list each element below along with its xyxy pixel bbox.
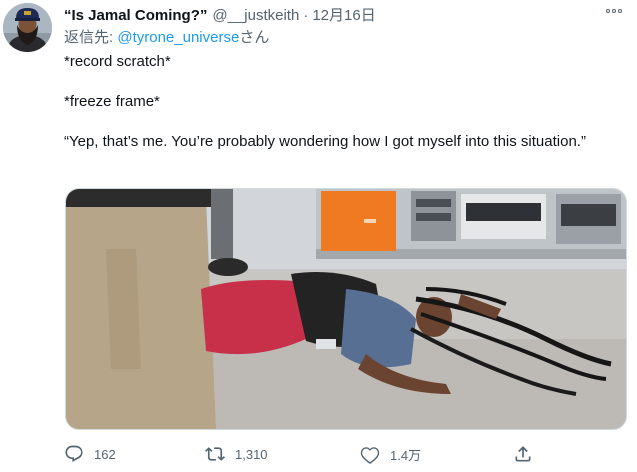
more-button[interactable] (601, 2, 627, 20)
more-icon-dot (612, 9, 616, 13)
share-button[interactable] (513, 441, 533, 467)
tweet: “Is Jamal Coming?” @__justkeith · 12月16日… (0, 0, 637, 472)
display-name[interactable]: “Is Jamal Coming?” (64, 7, 207, 24)
like-button[interactable]: 1.4万 (360, 441, 421, 467)
user-handle[interactable]: @__justkeith (212, 7, 299, 24)
reply-count: 162 (94, 446, 116, 462)
reply-icon (65, 445, 83, 462)
avatar[interactable] (3, 3, 52, 52)
reply-handle-link[interactable]: @tyrone_universe (117, 29, 239, 46)
retweet-icon (205, 447, 225, 461)
retweet-count: 1,310 (235, 446, 268, 462)
reply-prefix: 返信先: (64, 29, 118, 46)
heart-icon (360, 447, 380, 464)
tweet-media[interactable] (65, 188, 627, 430)
share-icon (515, 446, 531, 462)
retweet-button[interactable]: 1,310 (205, 441, 268, 467)
tweet-text-line: “Yep, that’s me. You’re probably wonderi… (64, 133, 586, 150)
tweet-actions: 162 1,310 1.4万 (64, 441, 534, 467)
like-count: 1.4万 (390, 447, 422, 463)
photo-icon (66, 189, 626, 429)
tweet-text-line: *record scratch* (64, 53, 171, 70)
more-icon-dot (618, 9, 622, 13)
reply-context: 返信先: @tyrone_universeさん (64, 26, 269, 47)
tweet-text-line: *freeze frame* (64, 93, 160, 110)
avatar-image (3, 3, 52, 52)
reply-suffix: さん (239, 29, 270, 46)
more-icon (606, 9, 610, 13)
separator: · (303, 7, 309, 24)
reply-button[interactable]: 162 (64, 441, 116, 467)
tweet-header: “Is Jamal Coming?” @__justkeith · 12月16日 (64, 4, 376, 24)
tweet-date[interactable]: 12月16日 (312, 4, 375, 25)
tweet-text: *record scratch* *freeze frame* “Yep, th… (64, 52, 624, 152)
